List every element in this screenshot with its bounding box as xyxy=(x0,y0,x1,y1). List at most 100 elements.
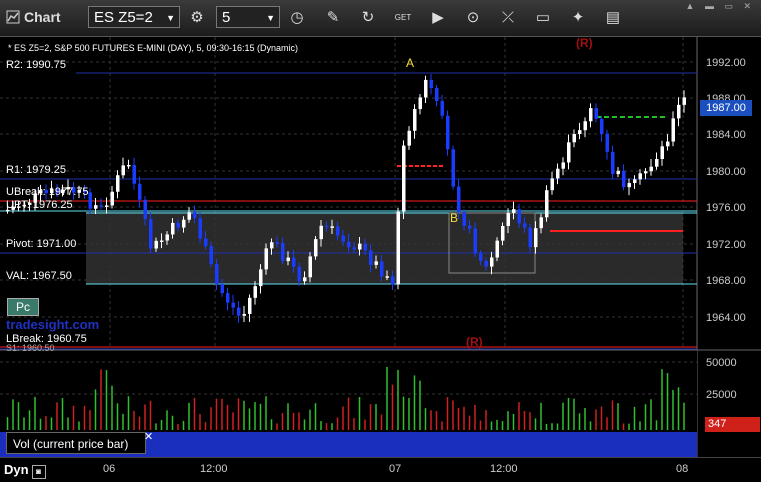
price-tick: 1984.00 xyxy=(706,129,746,141)
chart-legend: * ES Z5=2, S&P 500 FUTURES E-MINI (DAY),… xyxy=(8,43,299,53)
candle-body xyxy=(198,218,202,239)
candle-body xyxy=(622,170,626,188)
candle-body xyxy=(336,226,340,236)
volume-panel-label: Vol (current price bar) xyxy=(6,432,146,454)
candle-body xyxy=(578,130,582,135)
r-marker-top: (R) xyxy=(576,37,593,50)
candle-body xyxy=(259,269,263,287)
link-icon[interactable]: ⤫ xyxy=(497,7,519,29)
candle-body xyxy=(424,79,428,98)
candle-body xyxy=(682,97,686,105)
candle-body xyxy=(473,228,477,254)
candle-body xyxy=(539,217,543,229)
twitter-icon[interactable]: ✦ xyxy=(567,7,589,29)
candle-body xyxy=(479,253,483,261)
candle-body xyxy=(171,222,175,235)
candle-body xyxy=(517,209,521,224)
candle-body xyxy=(88,192,92,209)
candle-body xyxy=(380,261,384,277)
candle-body xyxy=(270,242,274,249)
candle-body xyxy=(165,234,169,241)
symbol-value: ES Z5=2 xyxy=(94,9,153,26)
window-controls[interactable]: ▲ ▬ ▭ ✕ xyxy=(686,1,755,12)
price-chart[interactable]: 1992.00 1988.00 1984.00 1980.00 1976.00 … xyxy=(0,37,761,457)
pencil-icon[interactable]: ✎ xyxy=(322,7,344,29)
candle-body xyxy=(105,205,109,207)
candle-body xyxy=(358,243,362,250)
candle-body xyxy=(292,257,296,267)
price-tick: 1964.00 xyxy=(706,312,746,324)
candle-body xyxy=(248,297,252,314)
symbol-input[interactable]: ES Z5=2 ▼ xyxy=(88,6,180,28)
pc-badge[interactable]: Pc xyxy=(7,298,39,316)
candle-body xyxy=(407,130,411,146)
candle-body xyxy=(666,141,670,147)
candle-body xyxy=(325,225,329,228)
brand-watermark: tradesight.com xyxy=(6,317,100,332)
candle-body xyxy=(583,121,587,131)
candle-body xyxy=(589,108,593,122)
candle-body xyxy=(451,149,455,187)
candle-body xyxy=(457,186,461,213)
label-b: B xyxy=(450,211,458,225)
candle-body xyxy=(660,146,664,159)
clock-icon[interactable]: ◷ xyxy=(286,7,308,29)
settings-icon[interactable]: ⚙ xyxy=(186,7,208,29)
candle-body xyxy=(154,240,158,249)
candle-body xyxy=(297,266,301,282)
candle-body xyxy=(446,115,450,150)
candle-body xyxy=(649,166,653,172)
price-tick: 1976.00 xyxy=(706,202,746,214)
price-tick: 1980.00 xyxy=(706,166,746,178)
candle-body xyxy=(490,257,494,267)
candle-body xyxy=(605,133,609,152)
volume-tick: 50000 xyxy=(706,357,737,369)
candle-body xyxy=(352,247,356,250)
r-marker-bottom: (R) xyxy=(466,335,483,349)
candle-body xyxy=(193,212,197,219)
comment-icon[interactable]: ▭ xyxy=(532,7,554,29)
candle-body xyxy=(627,183,631,188)
candle-body xyxy=(468,225,472,229)
candle-body xyxy=(369,250,373,265)
candle-body xyxy=(677,104,681,119)
get-icon[interactable]: GET xyxy=(392,7,414,29)
refresh-icon[interactable]: ↻ xyxy=(357,7,379,29)
cursor-icon[interactable]: ⊙ xyxy=(462,7,484,29)
candle-body xyxy=(594,108,598,119)
r2-label: R2: 1990.75 xyxy=(6,59,66,71)
candle-body xyxy=(330,226,334,228)
chevron-down-icon[interactable]: ▼ xyxy=(266,7,275,29)
candle-body xyxy=(149,218,153,249)
candle-body xyxy=(237,307,241,316)
chart-app-icon xyxy=(6,10,20,24)
close-icon[interactable]: ✕ xyxy=(144,430,153,443)
candle-body xyxy=(116,175,120,192)
candle-body xyxy=(638,173,642,180)
candle-body xyxy=(528,227,532,248)
chevron-down-icon[interactable]: ▼ xyxy=(166,7,175,29)
candle-body xyxy=(176,222,180,228)
candle-body xyxy=(633,179,637,184)
interval-input[interactable]: 5 ▼ xyxy=(216,6,280,28)
val-label: VAL: 1967.50 xyxy=(6,270,72,282)
label-a: A xyxy=(406,56,414,70)
book-icon[interactable]: ▤ xyxy=(602,7,624,29)
candle-body xyxy=(319,225,323,240)
candle-body xyxy=(462,212,466,226)
candle-body xyxy=(545,190,549,218)
dyn-button[interactable]: Dyn ◙ xyxy=(4,462,46,479)
lock-icon[interactable]: ◙ xyxy=(31,465,46,479)
candle-body xyxy=(495,240,499,258)
candle-body xyxy=(671,118,675,142)
chart-title: Chart xyxy=(6,9,61,25)
candle-body xyxy=(572,134,576,143)
candle-body xyxy=(567,142,571,163)
candle-body xyxy=(303,277,307,282)
candle-body xyxy=(220,284,224,294)
candle-body xyxy=(347,241,351,248)
candle-body xyxy=(506,212,510,227)
value-area xyxy=(86,212,683,284)
candle-body xyxy=(308,256,312,278)
play-icon[interactable]: ▶ xyxy=(427,7,449,29)
